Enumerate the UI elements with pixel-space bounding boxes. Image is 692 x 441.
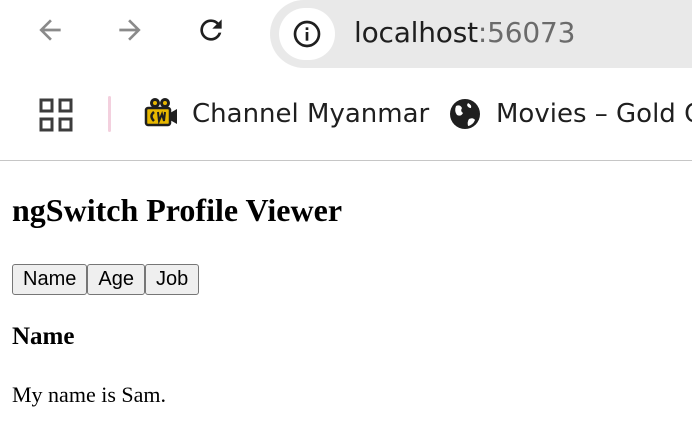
forward-arrow-icon: [119, 19, 141, 41]
address-bar[interactable]: localhost:56073: [270, 0, 692, 68]
profile-button-group: Name Age Job: [12, 264, 200, 295]
bookmark-label: Channel Myanmar: [192, 99, 430, 129]
globe-icon: [448, 97, 482, 131]
back-arrow-icon: [39, 19, 61, 41]
url-host: localhost: [354, 16, 478, 49]
apps-grid-icon[interactable]: [39, 98, 73, 132]
url-port: :56073: [477, 16, 576, 49]
bookmarks-bar: Channel Myanmar Movies – Gold C: [0, 68, 692, 161]
bookmark-label: Movies – Gold C: [496, 99, 692, 129]
name-button[interactable]: Name: [12, 264, 88, 295]
age-button[interactable]: Age: [87, 264, 145, 295]
bookmark-channel-myanmar[interactable]: Channel Myanmar: [144, 94, 429, 134]
site-info-button[interactable]: [279, 8, 335, 60]
reload-button[interactable]: [189, 8, 233, 52]
reload-icon: [200, 19, 222, 41]
section-text: My name is Sam.: [12, 382, 166, 407]
page-title: ngSwitch Profile Viewer: [12, 192, 343, 228]
job-button[interactable]: Job: [144, 264, 200, 295]
forward-button[interactable]: [108, 8, 152, 52]
browser-toolbar: localhost:56073: [0, 0, 692, 68]
camera-logo-icon: [144, 97, 178, 131]
info-icon: [293, 20, 321, 48]
section-title: Name: [12, 323, 75, 350]
url-text[interactable]: localhost:56073: [354, 13, 575, 53]
back-button[interactable]: [28, 8, 72, 52]
bookmark-movies-gold[interactable]: Movies – Gold C: [448, 94, 692, 134]
bookmarks-divider: [108, 96, 111, 132]
